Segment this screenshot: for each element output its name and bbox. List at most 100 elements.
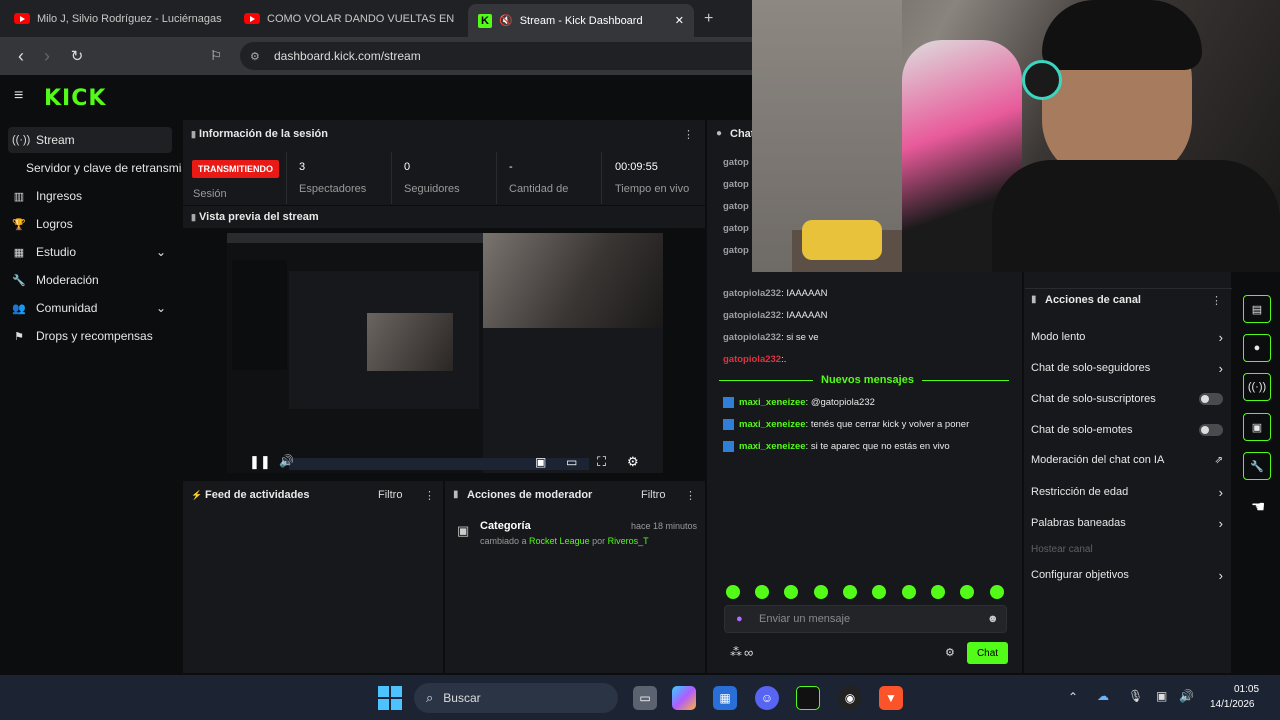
browser-tab[interactable]: COMO VOLAR DANDO VUELTAS EN P — [244, 6, 454, 31]
network-icon[interactable]: ▣ — [1156, 689, 1167, 703]
sidebar-item-estudio[interactable]: ▦ Estudio ⌄ — [8, 239, 172, 265]
chat-username[interactable]: gatop — [723, 179, 749, 190]
emote-icon[interactable] — [990, 585, 1004, 599]
cloud-icon[interactable]: ☁ — [1097, 689, 1109, 703]
bookmark-icon[interactable]: ⚐ — [205, 45, 227, 67]
address-bar[interactable]: ⚙ dashboard.kick.com/stream — [240, 42, 752, 70]
emote-icon[interactable] — [726, 585, 740, 599]
browser-tab[interactable]: Milo J, Silvio Rodríguez - Luciérnagas — [14, 6, 224, 31]
task-view-icon[interactable]: ▭ — [633, 686, 657, 710]
sidebar-item-stream[interactable]: ((·)) Stream — [8, 127, 172, 153]
layers-icon[interactable]: ▣ — [1243, 413, 1271, 441]
mute-icon[interactable]: 🔇 — [499, 14, 513, 27]
back-icon[interactable]: ‹ — [10, 45, 32, 67]
discord-icon[interactable]: ☺ — [755, 686, 779, 710]
emote-icon[interactable] — [843, 585, 857, 599]
emote-icon[interactable] — [960, 585, 974, 599]
more-options-icon[interactable]: ⋮ — [1211, 294, 1222, 307]
site-info-icon[interactable]: ⚙ — [250, 50, 260, 63]
kick-logo[interactable]: KICK — [44, 86, 106, 111]
sidebar-item-moderacion[interactable]: 🔧 Moderación — [8, 267, 172, 293]
new-tab-button[interactable]: + — [704, 6, 724, 31]
clock-time[interactable]: 01:05 — [1234, 684, 1259, 695]
volume-icon[interactable]: 🔊 — [1179, 689, 1194, 703]
menu-icon[interactable]: ≡ — [14, 87, 23, 105]
chat-username[interactable]: gatop — [723, 157, 749, 168]
emote-icon[interactable] — [872, 585, 886, 599]
settings-icon[interactable]: ⚙ — [627, 454, 639, 470]
live-status-badge: TRANSMITIENDO — [192, 160, 279, 178]
sidebar-item-stream-key[interactable]: Servidor y clave de retransmisión — [22, 155, 182, 181]
viewers-value: 3 — [299, 161, 306, 173]
chat-username[interactable]: gatop — [723, 201, 749, 212]
action-slow-mode[interactable]: Modo lento › — [1031, 328, 1223, 346]
microphone-icon[interactable]: 🎙 — [1128, 689, 1143, 703]
notes-icon[interactable]: ▤ — [1243, 295, 1271, 323]
close-tab-icon[interactable]: ✕ — [675, 14, 684, 27]
user-link[interactable]: Riveros_T — [608, 536, 649, 546]
filter-button[interactable]: Filtro — [378, 489, 402, 501]
more-options-icon[interactable]: ⋮ — [424, 489, 435, 502]
chat-username[interactable]: gatopiola232 — [723, 310, 781, 321]
more-options-icon[interactable]: ⋮ — [685, 489, 696, 502]
chat-username[interactable]: maxi_xeneizee — [739, 397, 806, 408]
windows-start-icon[interactable] — [378, 686, 402, 710]
browser-tab-active[interactable]: K 🔇 Stream - Kick Dashboard ✕ — [468, 4, 694, 37]
chat-username[interactable]: gatop — [723, 223, 749, 234]
sidebar-item-drops[interactable]: ⚑ Drops y recompensas — [8, 323, 172, 349]
fullscreen-icon[interactable]: ⛶ — [597, 454, 606, 470]
sidebar-item-ingresos[interactable]: ▥ Ingresos — [8, 183, 172, 209]
emote-icon[interactable] — [902, 585, 916, 599]
chat-input[interactable]: ● Enviar un mensaje ☻ — [724, 605, 1007, 633]
points-icon[interactable]: ⁂ — [730, 645, 742, 659]
new-messages-divider[interactable]: Nuevos mensajes — [813, 374, 922, 386]
action-followers-only[interactable]: Chat de solo-seguidores › — [1031, 359, 1223, 377]
chat-username[interactable]: maxi_xeneizee — [739, 419, 806, 430]
send-chat-button[interactable]: Chat — [967, 642, 1008, 664]
chevron-up-icon[interactable]: ⌃ — [1068, 690, 1078, 704]
more-options-icon[interactable]: ⋮ — [683, 128, 694, 141]
emote-icon[interactable] — [814, 585, 828, 599]
chat-username[interactable]: gatopiola232 — [723, 332, 781, 343]
chat-settings-icon[interactable]: ⚙ — [945, 646, 955, 659]
store-icon[interactable]: ▦ — [713, 686, 737, 710]
subscribers-only-toggle[interactable] — [1199, 393, 1223, 405]
copilot-icon[interactable] — [672, 686, 696, 710]
emote-icon[interactable] — [784, 585, 798, 599]
emoji-icon[interactable]: ☻ — [987, 613, 999, 625]
clock-date[interactable]: 14/1/2026 — [1210, 699, 1255, 710]
broadcast-icon[interactable]: ((·)) — [1243, 373, 1271, 401]
microphone-icon[interactable]: ● — [736, 613, 743, 625]
pip-icon[interactable]: ▣ — [535, 455, 546, 469]
chat-bubble-icon[interactable]: ● — [1243, 334, 1271, 362]
chat-username[interactable]: gatop — [723, 245, 749, 256]
action-age-restriction[interactable]: Restricción de edad › — [1031, 483, 1223, 501]
brave-icon[interactable]: ▼ — [879, 686, 903, 710]
chat-username[interactable]: maxi_xeneizee — [739, 441, 806, 452]
action-ai-moderation[interactable]: Moderación del chat con IA ⇗ — [1031, 451, 1223, 469]
volume-icon[interactable]: 🔊 — [279, 454, 294, 468]
reload-icon[interactable]: ↻ — [66, 45, 88, 67]
sidebar-item-logros[interactable]: 🏆 Logros — [8, 211, 172, 237]
wrench-icon[interactable]: 🔧 — [1243, 452, 1271, 480]
kick-app-icon[interactable] — [796, 686, 820, 710]
forward-icon[interactable]: › — [36, 45, 58, 67]
obs-icon[interactable]: ◉ — [838, 686, 862, 710]
taskbar-search[interactable]: ⌕ Buscar — [414, 683, 618, 713]
stream-preview[interactable]: ❚❚ 🔊 ▣ ▭ ⛶ ⚙ — [183, 228, 706, 480]
chat-username[interactable]: gatopiola232 — [723, 354, 781, 365]
action-configure-goals[interactable]: Configurar objetivos › — [1031, 566, 1223, 584]
emotes-only-toggle[interactable] — [1199, 424, 1223, 436]
action-emotes-only[interactable]: Chat de solo-emotes — [1031, 421, 1223, 439]
action-subscribers-only[interactable]: Chat de solo-suscriptores — [1031, 390, 1223, 408]
sidebar-item-comunidad[interactable]: 👥 Comunidad ⌄ — [8, 295, 172, 321]
chat-username[interactable]: gatopiola232 — [723, 288, 781, 299]
emote-icon[interactable] — [931, 585, 945, 599]
pause-icon[interactable]: ❚❚ — [249, 454, 271, 470]
emote-icon[interactable] — [755, 585, 769, 599]
filter-button[interactable]: Filtro — [641, 489, 665, 501]
theater-icon[interactable]: ▭ — [566, 455, 577, 469]
lightning-icon: ⚡ — [191, 490, 203, 500]
category-link[interactable]: Rocket League — [529, 536, 590, 546]
action-banned-words[interactable]: Palabras baneadas › — [1031, 514, 1223, 532]
